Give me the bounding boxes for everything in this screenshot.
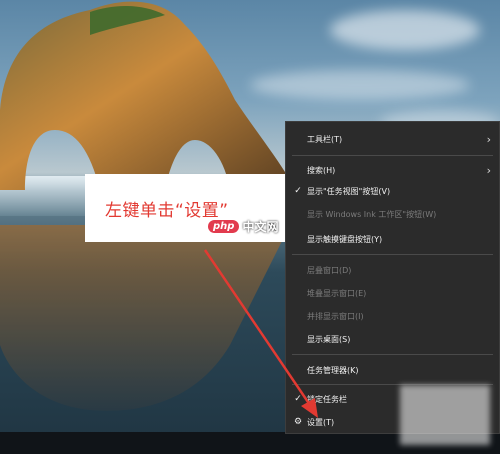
menu-divider bbox=[292, 155, 493, 156]
menu-divider bbox=[292, 254, 493, 255]
blurred-watermark bbox=[400, 385, 490, 445]
menu-item-task-view-button[interactable]: ✓ 显示"任务视图"按钮(V) bbox=[286, 181, 499, 201]
menu-item-windows-ink-button: 显示 Windows Ink 工作区"按钮(W) bbox=[286, 204, 499, 224]
site-watermark-logo: php 中文网 bbox=[208, 216, 278, 236]
menu-item-task-manager[interactable]: 任务管理器(K) bbox=[286, 360, 499, 380]
menu-item-label: 工具栏(T) bbox=[307, 134, 343, 144]
menu-item-label: 堆叠显示窗口(E) bbox=[307, 288, 367, 298]
menu-item-show-desktop[interactable]: 显示桌面(S) bbox=[286, 329, 499, 349]
watermark-text: 中文网 bbox=[242, 219, 279, 234]
menu-item-cascade-windows: 层叠窗口(D) bbox=[286, 260, 499, 280]
menu-item-stack-windows: 堆叠显示窗口(E) bbox=[286, 283, 499, 303]
rock-arch bbox=[0, 1, 290, 190]
checkmark-icon: ✓ bbox=[294, 394, 302, 404]
checkmark-icon: ✓ bbox=[294, 186, 302, 196]
menu-item-search[interactable]: 搜索(H) › bbox=[286, 160, 499, 180]
rock-reflection bbox=[0, 225, 290, 411]
menu-item-label: 设置(T) bbox=[307, 417, 335, 427]
chevron-right-icon: › bbox=[486, 132, 491, 146]
gear-icon: ⚙ bbox=[293, 417, 303, 427]
menu-item-label: 搜索(H) bbox=[307, 165, 336, 175]
menu-item-touch-keyboard-button[interactable]: 显示触摸键盘按钮(Y) bbox=[286, 229, 499, 249]
menu-item-label: 任务管理器(K) bbox=[307, 365, 359, 375]
menu-item-label: 并排显示窗口(I) bbox=[307, 311, 364, 321]
menu-item-toolbars[interactable]: 工具栏(T) › bbox=[286, 129, 499, 149]
menu-item-label: 显示 Windows Ink 工作区"按钮(W) bbox=[307, 209, 437, 219]
menu-divider bbox=[292, 354, 493, 355]
menu-item-label: 显示桌面(S) bbox=[307, 334, 351, 344]
cloud bbox=[330, 10, 480, 50]
chevron-right-icon: › bbox=[486, 163, 491, 177]
menu-item-label: 显示触摸键盘按钮(Y) bbox=[307, 234, 383, 244]
php-badge: php bbox=[208, 219, 240, 233]
menu-item-label: 显示"任务视图"按钮(V) bbox=[307, 186, 391, 196]
menu-item-label: 层叠窗口(D) bbox=[307, 265, 352, 275]
menu-item-side-by-side-windows: 并排显示窗口(I) bbox=[286, 306, 499, 326]
menu-item-label: 锁定任务栏 bbox=[307, 394, 347, 404]
